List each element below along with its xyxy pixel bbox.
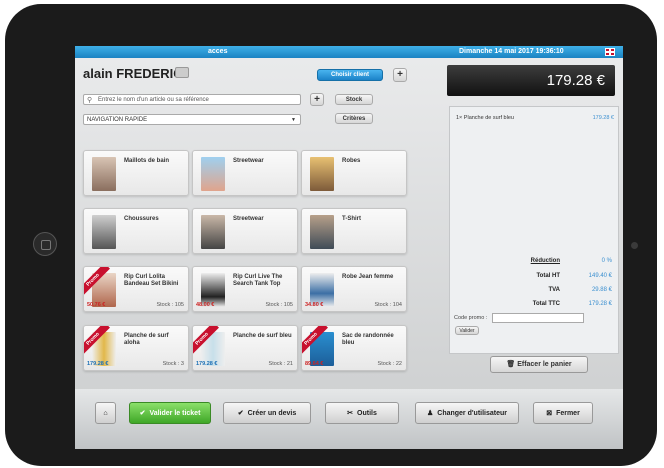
add-article-button[interactable]: + [310, 93, 324, 106]
product-tile[interactable]: Robe Jean femme 34.80 € Stock : 104 [301, 266, 407, 312]
search-icon: ⚲ [87, 97, 93, 104]
home-button[interactable]: ⌂ [95, 402, 116, 424]
ticket-panel: 1× Planche de surf bleu 179.28 € Réducti… [449, 106, 619, 354]
category-tile[interactable]: Choussures [83, 208, 189, 254]
product-price: 89.64 € [305, 361, 324, 367]
trash-icon: 🗑 [506, 361, 518, 368]
product-price: 34.80 € [305, 302, 324, 308]
product-name: Rip Curl Live The Search Tank Top [233, 274, 283, 287]
pos-screen: acces Dimanche 14 mai 2017 19:36:10 alai… [75, 46, 623, 449]
category-name: Streetwear [233, 216, 264, 222]
choose-client-button[interactable]: Choisir client [317, 69, 383, 81]
category-image [310, 157, 334, 191]
tools-icon: ✂ [347, 410, 354, 417]
category-name: T-Shirt [342, 216, 361, 222]
stock-button[interactable]: Stock [335, 94, 373, 105]
navigation-select[interactable]: NAVIGATION RAPIDE ▼ [83, 114, 301, 125]
product-stock: Stock : 22 [377, 361, 402, 367]
tablet-frame: acces Dimanche 14 mai 2017 19:36:10 alai… [5, 4, 657, 466]
home-icon: ⌂ [103, 410, 108, 417]
tva-label: TVA [548, 287, 560, 293]
tools-button[interactable]: ✂ Outils [325, 402, 399, 424]
category-tile[interactable]: Streetwear [192, 208, 298, 254]
product-stock: Stock : 21 [268, 361, 293, 367]
product-price: 179.28 € [87, 361, 109, 367]
category-name: Choussures [124, 216, 159, 222]
search-input[interactable]: ⚲ Entrez le nom d'un article ou sa référ… [83, 94, 301, 105]
category-name: Streetwear [233, 158, 264, 164]
product-stock: Stock : 3 [162, 361, 184, 367]
chevron-down-icon: ▼ [291, 117, 296, 123]
category-tile[interactable]: Streetwear [192, 150, 298, 196]
tools-label: Outils [357, 410, 377, 417]
category-image [201, 215, 225, 249]
datetime: Dimanche 14 mai 2017 19:36:10 [459, 48, 564, 55]
reduction-value: 0 % [601, 258, 612, 264]
search-placeholder: Entrez le nom d'un article ou sa référen… [98, 97, 209, 103]
product-tile[interactable]: Rip Curl Lolita Bandeau Set Bikini 50.76… [83, 266, 189, 312]
product-name: Robe Jean femme [342, 274, 394, 280]
category-name: Maillots de bain [124, 158, 170, 164]
clear-cart-label: Effacer le panier [517, 361, 572, 368]
category-image [310, 215, 334, 249]
add-client-button[interactable]: + [393, 68, 407, 82]
product-price: 50.76 € [87, 302, 106, 308]
change-user-button[interactable]: ♟ Changer d'utilisateur [415, 402, 519, 424]
total-ht-label: Total HT [536, 273, 560, 279]
tva-value: 29.88 € [591, 287, 612, 293]
total-ttc-label: Total TTC [532, 301, 560, 307]
app-title: acces [208, 48, 228, 55]
product-price: 48.00 € [196, 302, 215, 308]
create-quote-label: Créer un devis [247, 410, 297, 417]
client-card-icon[interactable] [175, 67, 189, 78]
total-ttc-value: 179.28 € [588, 301, 612, 307]
clear-cart-button[interactable]: 🗑 Effacer le panier [490, 356, 588, 373]
product-name: Rip Curl Lolita Bandeau Set Bikini [124, 274, 179, 287]
close-label: Fermer [556, 410, 580, 417]
apply-promo-button[interactable]: Valider [455, 326, 479, 335]
reduction-label[interactable]: Réduction [531, 258, 560, 264]
navigation-selected: NAVIGATION RAPIDE [87, 117, 148, 123]
promo-code-label: Code promo : [454, 315, 488, 321]
category-name: Robes [342, 158, 361, 164]
category-tile[interactable]: Maillots de bain [83, 150, 189, 196]
validate-ticket-label: Valider le ticket [149, 410, 201, 417]
ticket-line-item[interactable]: 1× Planche de surf bleu 179.28 € [456, 115, 614, 121]
category-tile[interactable]: Robes [301, 150, 407, 196]
ticket-line-label: 1× Planche de surf bleu [456, 115, 514, 121]
tablet-camera [631, 242, 638, 249]
close-button[interactable]: ⊠ Fermer [533, 402, 593, 424]
ticket-line-price: 179.28 € [592, 115, 614, 121]
validate-ticket-button[interactable]: ✔ Valider le ticket [129, 402, 211, 424]
product-tile[interactable]: Rip Curl Live The Search Tank Top 48.00 … [192, 266, 298, 312]
total-display: 179.28 € [447, 65, 615, 96]
product-stock: Stock : 105 [156, 302, 184, 308]
product-stock: Stock : 104 [374, 302, 402, 308]
product-tile[interactable]: Sac de randonnée bleu 89.64 € Stock : 22… [301, 325, 407, 371]
product-price: 179.28 € [196, 361, 218, 367]
create-quote-button[interactable]: ✔ Créer un devis [223, 402, 311, 424]
product-stock: Stock : 105 [265, 302, 293, 308]
category-image [201, 157, 225, 191]
check-icon: ✔ [237, 410, 244, 417]
product-name: Planche de surf bleu [233, 333, 292, 339]
category-image [92, 157, 116, 191]
category-image [92, 215, 116, 249]
product-tile[interactable]: Planche de surf aloha 179.28 € Stock : 3… [83, 325, 189, 371]
promo-code-input[interactable] [492, 313, 584, 323]
category-tile[interactable]: T-Shirt [301, 208, 407, 254]
top-bar: acces Dimanche 14 mai 2017 19:36:10 [75, 46, 623, 58]
change-user-label: Changer d'utilisateur [437, 410, 507, 417]
criteria-button[interactable]: Critères [335, 113, 373, 124]
product-name: Sac de randonnée bleu [342, 333, 394, 346]
close-icon: ⊠ [546, 410, 553, 417]
client-name: alain FREDERIC [83, 66, 183, 81]
uk-flag-icon[interactable] [605, 48, 615, 56]
user-icon: ♟ [426, 410, 434, 417]
product-name: Planche de surf aloha [124, 333, 169, 346]
check-icon: ✔ [139, 410, 146, 417]
total-ht-value: 149.40 € [588, 273, 612, 279]
product-tile[interactable]: Planche de surf bleu 179.28 € Stock : 21… [192, 325, 298, 371]
tablet-home-button[interactable] [33, 232, 57, 256]
